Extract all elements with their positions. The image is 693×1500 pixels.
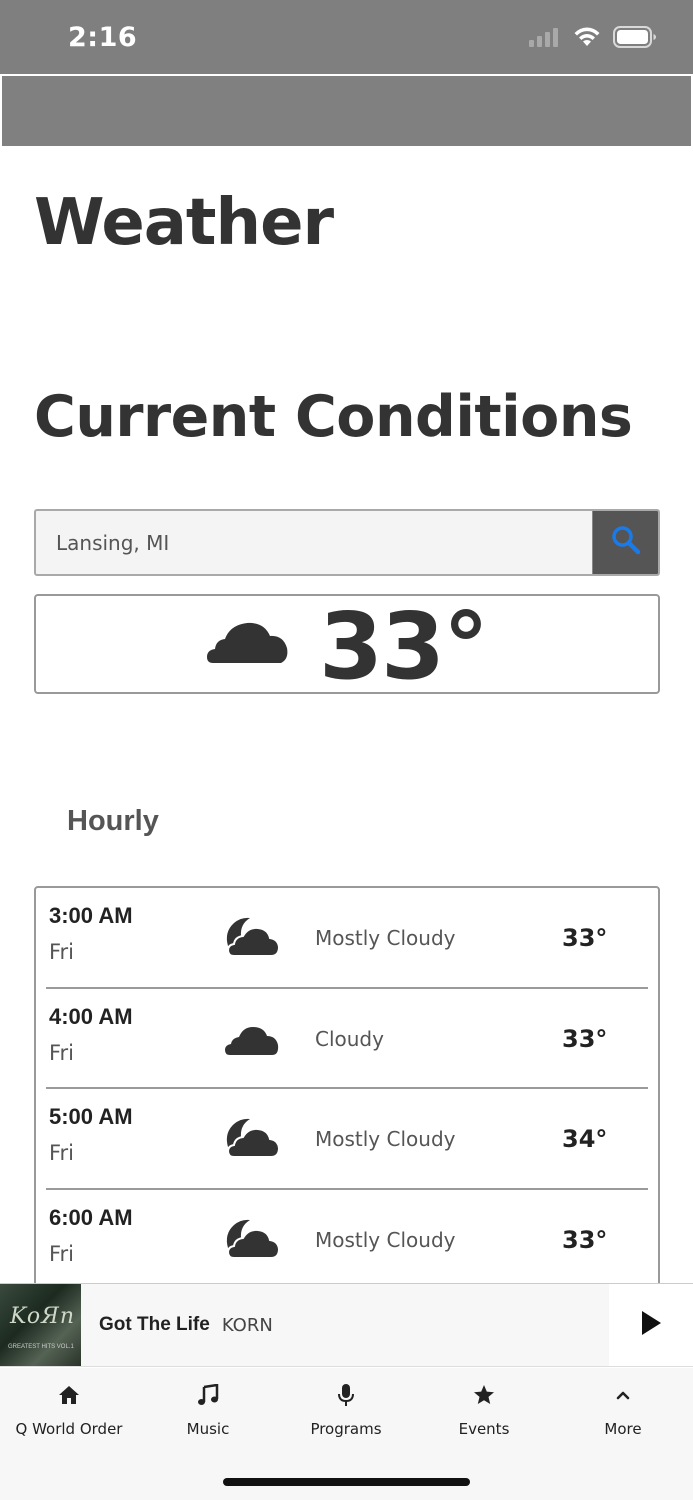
hour-day: Fri xyxy=(49,1241,75,1266)
hour-time: 5:00 AM xyxy=(49,1104,133,1129)
tab-label: Events xyxy=(458,1420,510,1438)
hour-time: 6:00 AM xyxy=(49,1204,133,1230)
hour-description: Mostly Cloudy xyxy=(315,1127,456,1151)
star-icon xyxy=(473,1380,495,1410)
mini-player[interactable]: KoЯn GREATEST HITS VOL.1 Got The Life KO… xyxy=(0,1283,693,1367)
hour-description: Cloudy xyxy=(315,1026,384,1051)
hourly-row: 6:00 AM Fri Mostly Cloudy 33° xyxy=(46,1190,648,1290)
hourly-forecast-list: 3:00 AM Fri Mostly Cloudy 33° 4:00 AM Fr… xyxy=(34,886,660,1306)
track-artist: KORN xyxy=(221,1314,273,1336)
hourly-row: 3:00 AM Fri Mostly Cloudy 33° xyxy=(46,888,648,989)
play-button[interactable] xyxy=(609,1284,693,1366)
hour-day: Fri xyxy=(49,1040,75,1065)
tab-music[interactable]: Music xyxy=(139,1380,277,1438)
battery-icon xyxy=(613,26,657,53)
hourly-row: 5:00 AM Fri Mostly Cloudy 34° xyxy=(46,1089,648,1190)
music-note-icon xyxy=(197,1380,219,1410)
current-temperature: 33° xyxy=(318,592,489,700)
play-icon xyxy=(640,1310,662,1341)
tab-q-world-order[interactable]: Q World Order xyxy=(0,1380,138,1438)
search-icon xyxy=(610,524,642,561)
hourly-title: Hourly xyxy=(67,805,159,837)
tab-label: Programs xyxy=(310,1420,382,1438)
status-bar: 2:16 xyxy=(0,0,693,74)
location-search-input[interactable] xyxy=(36,511,592,574)
cellular-signal-icon xyxy=(529,27,561,52)
current-conditions-card: 33° xyxy=(34,593,660,700)
chevron-up-icon xyxy=(615,1380,631,1410)
location-search xyxy=(34,509,660,576)
cloud-icon xyxy=(206,619,289,670)
tab-label: Music xyxy=(186,1420,230,1438)
hour-temperature: 33° xyxy=(562,1024,608,1053)
home-icon xyxy=(58,1380,80,1410)
partly-cloudy-night-icon xyxy=(224,916,281,965)
search-button[interactable] xyxy=(592,511,658,574)
wifi-icon xyxy=(573,26,601,53)
tab-label: Q World Order xyxy=(15,1420,123,1438)
partly-cloudy-night-icon xyxy=(224,1218,281,1267)
partly-cloudy-night-icon xyxy=(224,1117,281,1166)
hour-time: 4:00 AM xyxy=(49,1003,133,1029)
page-title: Weather xyxy=(34,186,334,260)
microphone-icon xyxy=(337,1380,355,1410)
hourly-row: 4:00 AM Fri Cloudy 33° xyxy=(46,989,648,1089)
status-icons xyxy=(529,26,657,53)
hour-description: Mostly Cloudy xyxy=(315,1227,456,1252)
tab-events[interactable]: Events xyxy=(415,1380,553,1438)
album-art: KoЯn GREATEST HITS VOL.1 xyxy=(0,1284,81,1366)
home-indicator[interactable] xyxy=(223,1478,470,1486)
status-time: 2:16 xyxy=(68,22,138,53)
hour-day: Fri xyxy=(49,1141,75,1165)
current-conditions-title: Current Conditions xyxy=(34,384,633,450)
hour-temperature: 33° xyxy=(562,1225,608,1254)
hour-temperature: 34° xyxy=(562,1125,608,1153)
cloud-icon xyxy=(224,1017,280,1066)
ad-banner[interactable] xyxy=(2,76,691,146)
hour-time: 3:00 AM xyxy=(49,903,133,928)
track-title: Got The Life xyxy=(99,1314,210,1335)
tab-more[interactable]: More xyxy=(554,1380,692,1438)
hour-day: Fri xyxy=(49,940,75,964)
hour-description: Mostly Cloudy xyxy=(315,926,456,950)
hour-temperature: 33° xyxy=(562,924,608,952)
tab-label: More xyxy=(604,1420,642,1438)
tab-programs[interactable]: Programs xyxy=(277,1380,415,1438)
